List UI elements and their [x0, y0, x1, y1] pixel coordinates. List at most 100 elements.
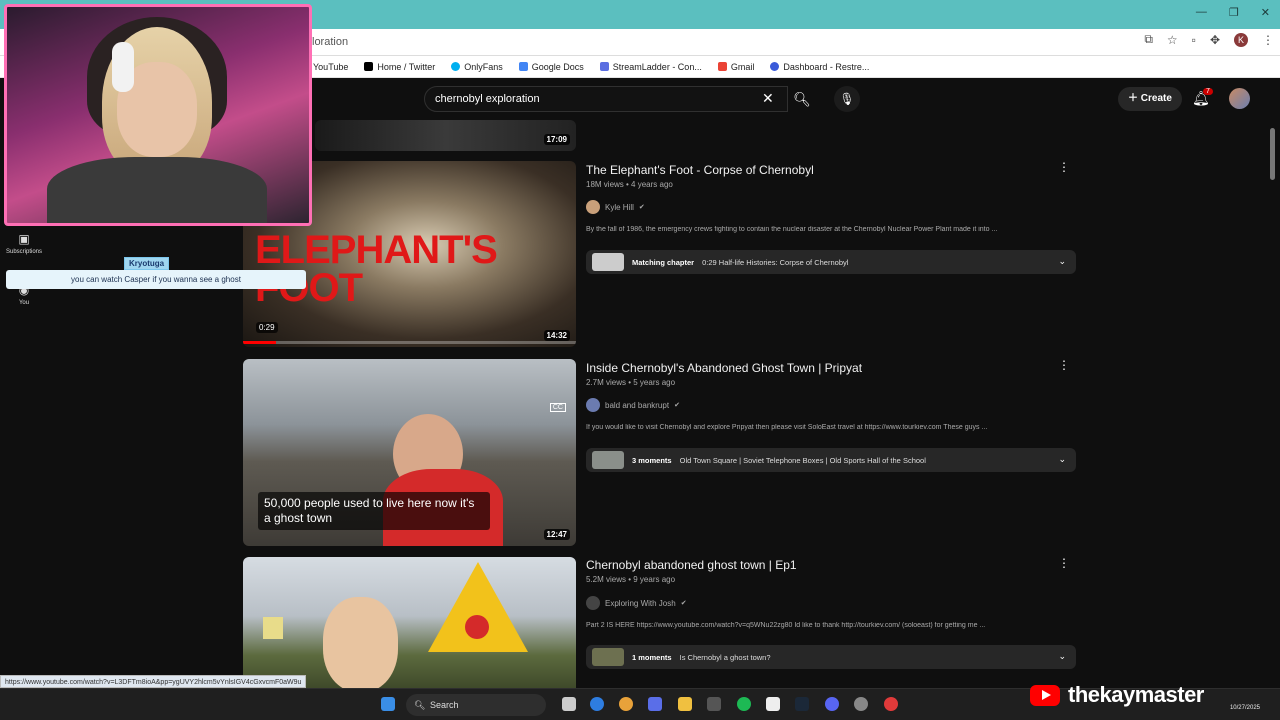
duration-badge: 17:09 [543, 134, 570, 145]
gmail-icon [717, 62, 727, 71]
subscriptions-icon: ▣ [18, 232, 30, 246]
chapter-bar[interactable]: Matching chapter 0:29 Half-life Historie… [586, 250, 1076, 274]
radiation-symbol [465, 615, 489, 639]
bookmark-twitter[interactable]: Home / Twitter [364, 62, 435, 72]
record-icon[interactable] [884, 697, 898, 711]
partial-result-thumbnail[interactable]: 17:09 [315, 120, 576, 151]
search-button[interactable]: 🔍︎ [788, 86, 816, 112]
resume-time-badge: 0:29 [256, 322, 278, 333]
bookmark-google-docs[interactable]: Google Docs [518, 62, 584, 72]
result-title[interactable]: The Elephant's Foot - Corpse of Chernoby… [586, 163, 814, 177]
search-icon: 🔍︎ [414, 700, 426, 710]
chat-message: you can watch Casper if you wanna see a … [6, 270, 306, 289]
caption-overlay: 50,000 people used to live here now it's… [258, 492, 490, 530]
extensions-icon[interactable]: ✥ [1210, 33, 1220, 47]
app-icon[interactable] [854, 697, 868, 711]
profile-avatar[interactable]: K [1234, 32, 1248, 47]
result-thumbnail[interactable] [243, 557, 576, 688]
result-description: By the fall of 1986, the emergency crews… [586, 226, 998, 233]
taskbar-search[interactable]: 🔍︎ Search [406, 694, 546, 716]
steam-icon[interactable] [795, 697, 809, 711]
more-options-icon[interactable]: ⋮ [1058, 556, 1070, 570]
bookmark-onlyfans[interactable]: OnlyFans [451, 62, 503, 72]
close-window-icon[interactable]: ✕ [1261, 6, 1270, 19]
verified-icon: ✔ [638, 204, 645, 211]
watch-progress-bar [243, 341, 576, 344]
page-scrollbar[interactable] [1270, 128, 1275, 180]
clear-search-icon[interactable]: ✕ [762, 90, 774, 107]
result-title[interactable]: Inside Chernobyl's Abandoned Ghost Town … [586, 361, 862, 375]
taskbar-date: 10/27/2025 [1229, 705, 1260, 711]
bookmark-gmail[interactable]: Gmail [717, 62, 754, 72]
chrome-icon[interactable] [619, 697, 633, 711]
headphones [112, 42, 134, 92]
windows-start-icon[interactable] [381, 697, 395, 711]
onlyfans-icon [451, 62, 461, 71]
thumbnail-person [323, 597, 398, 688]
discord-icon[interactable] [825, 697, 839, 711]
install-icon[interactable]: ⧉ [1144, 32, 1153, 47]
chevron-down-icon[interactable]: ⌄ [1058, 454, 1066, 465]
streamer-brand: thekaymaster [1030, 682, 1204, 708]
task-view-icon[interactable] [562, 697, 576, 711]
restore-icon[interactable]: ❐ [1229, 6, 1239, 19]
search-input[interactable]: chernobyl exploration [424, 86, 788, 112]
account-avatar[interactable] [1229, 88, 1250, 109]
more-options-icon[interactable]: ⋮ [1058, 358, 1070, 372]
more-options-icon[interactable]: ⋮ [1058, 160, 1070, 174]
result-meta: 2.7M views • 5 years ago [586, 378, 676, 387]
google-icon [518, 62, 528, 71]
chapter-thumbnail [592, 253, 624, 271]
url-field[interactable]: loration [300, 32, 1120, 53]
result-channel[interactable]: Exploring With Josh ✔ [586, 596, 687, 610]
chapter-bar[interactable]: 3 moments Old Town Square | Soviet Telep… [586, 448, 1076, 472]
extension-k-icon[interactable]: ▫ [1192, 33, 1196, 47]
thumbnail-title-text: ELEPHANT'S FOOT [255, 228, 498, 310]
verified-icon: ✔ [680, 600, 687, 607]
result-title[interactable]: Chernobyl abandoned ghost town | Ep1 [586, 558, 797, 572]
notification-count-badge: 7 [1203, 88, 1213, 95]
streamladder-icon [599, 62, 609, 71]
bookmark-star-icon[interactable]: ☆ [1167, 33, 1178, 47]
chat-username: Kryotuga [124, 257, 170, 270]
result-channel[interactable]: Kyle Hill ✔ [586, 200, 645, 214]
notepad-icon[interactable] [766, 697, 780, 711]
watch-progress-fill [243, 341, 277, 344]
bookmark-restream[interactable]: Dashboard - Restre... [770, 62, 869, 72]
verified-icon: ✔ [674, 402, 680, 409]
file-explorer-icon[interactable] [678, 697, 692, 711]
sidebar-item-subscriptions[interactable]: ▣ Subscriptions [0, 232, 48, 255]
obs-icon[interactable] [707, 697, 721, 711]
result-description: If you would like to visit Chernobyl and… [586, 424, 988, 431]
channel-avatar [586, 596, 600, 610]
webcam-overlay [4, 4, 312, 226]
create-button[interactable]: ＋ Create [1118, 87, 1182, 111]
result-description: Part 2 IS HERE https://www.youtube.com/w… [586, 622, 986, 629]
bookmark-streamladder[interactable]: StreamLadder - Con... [599, 62, 702, 72]
address-bar-icons: ⧉ ☆ ▫ ✥ K ⋮ [1144, 32, 1274, 47]
result-meta: 18M views • 4 years ago [586, 180, 673, 189]
result-thumbnail[interactable]: CC 50,000 people used to live here now i… [243, 359, 576, 546]
minimize-icon[interactable]: — [1196, 6, 1207, 19]
voice-search-icon[interactable]: 🎙︎ [834, 86, 860, 112]
screen: { "browser": { "url_partial": "loration"… [0, 0, 1280, 720]
spotify-icon[interactable] [737, 697, 751, 711]
chevron-down-icon[interactable]: ⌄ [1058, 651, 1066, 662]
cc-badge: CC [549, 403, 566, 412]
chapter-thumbnail [592, 648, 624, 666]
status-url: https://www.youtube.com/watch?v=L3DFTm8i… [0, 675, 307, 688]
channel-avatar [586, 200, 600, 214]
x-icon [364, 62, 374, 71]
brand-name: thekaymaster [1068, 682, 1204, 707]
duration-badge: 12:47 [543, 529, 570, 540]
result-channel[interactable]: bald and bankrupt ✔ [586, 398, 680, 412]
chapter-bar[interactable]: 1 moments Is Chernobyl a ghost town? ⌄ [586, 645, 1076, 669]
edge-icon[interactable] [590, 697, 604, 711]
channel-avatar [586, 398, 600, 412]
copilot-icon[interactable] [648, 697, 662, 711]
restream-icon [770, 62, 780, 71]
chevron-down-icon[interactable]: ⌄ [1058, 256, 1066, 267]
browser-menu-icon[interactable]: ⋮ [1262, 33, 1274, 47]
thumbnail-sign [263, 617, 283, 639]
duration-badge: 14:32 [543, 330, 570, 341]
